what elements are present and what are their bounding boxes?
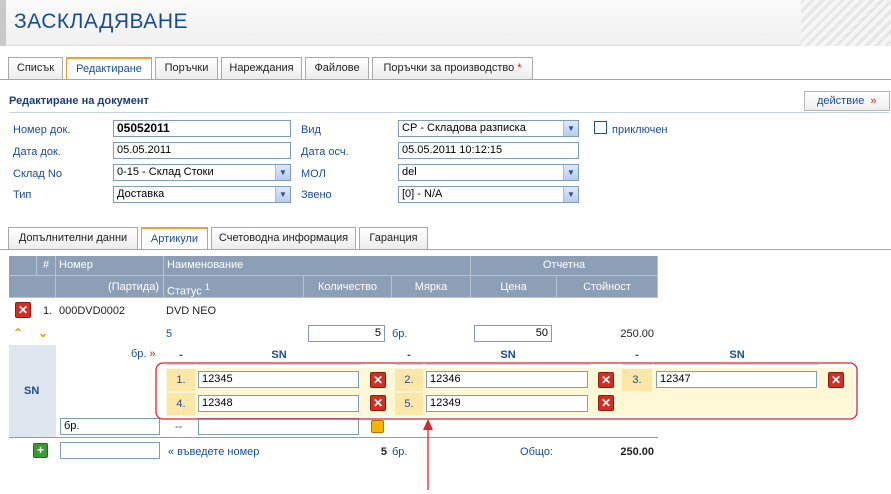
- annotation-arrow-head: [423, 419, 433, 430]
- annotation-overlay: [155, 362, 858, 490]
- highlight-box: [155, 362, 858, 420]
